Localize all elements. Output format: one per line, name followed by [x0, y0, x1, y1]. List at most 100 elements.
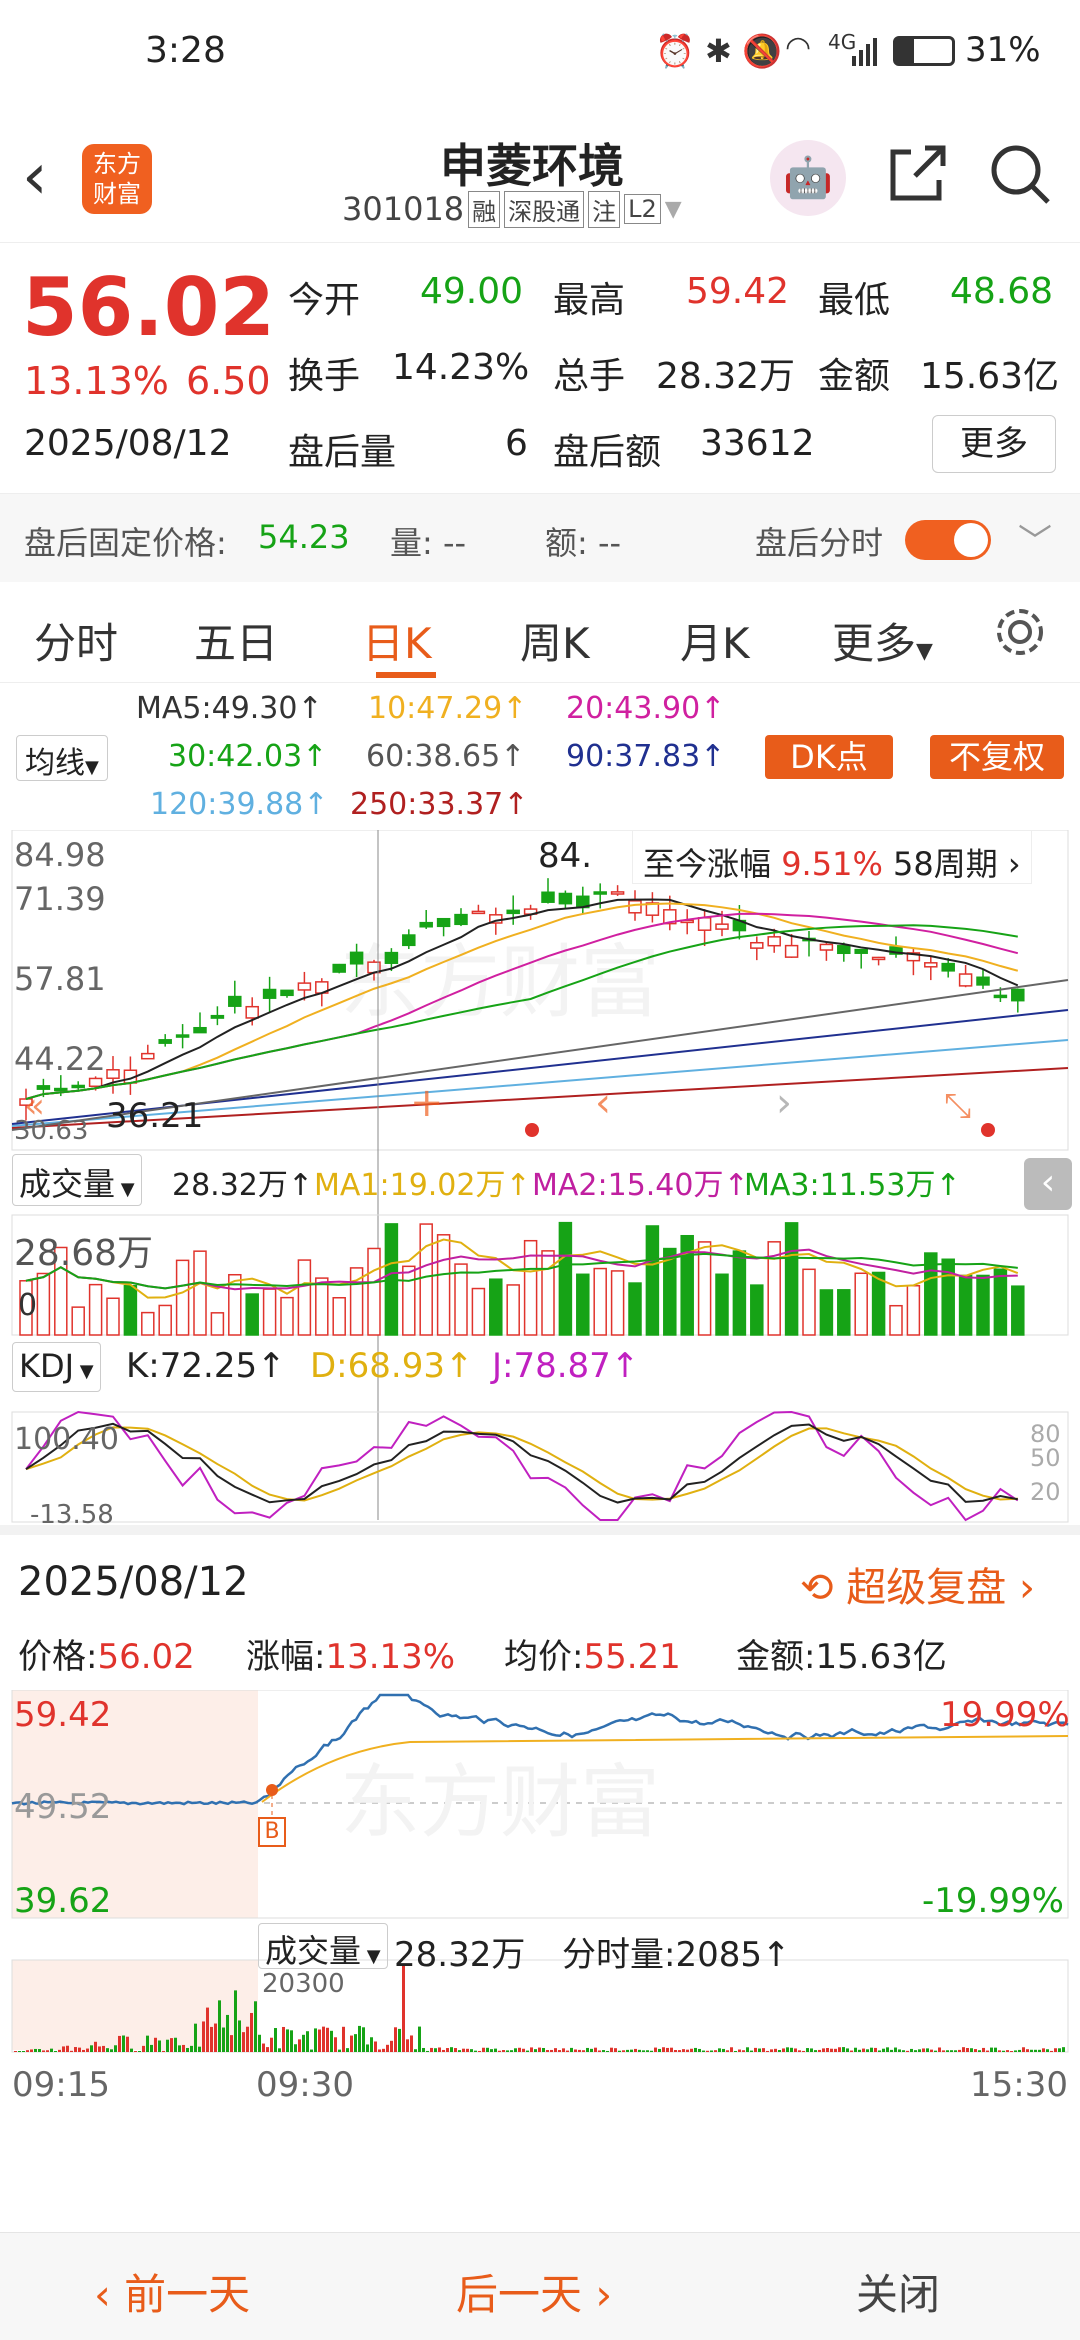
- gear-icon[interactable]: [992, 604, 1048, 664]
- rewind-icon[interactable]: «: [24, 1086, 45, 1126]
- candle-body: [280, 989, 294, 997]
- intraday-volume-bar: [1014, 2050, 1017, 2052]
- intraday-volume-bar: [30, 2049, 33, 2052]
- candle-body: [506, 909, 520, 915]
- axis-y3: 57.81: [14, 960, 106, 998]
- search-icon[interactable]: [988, 142, 1052, 210]
- volume-selector[interactable]: 成交量 ▼: [12, 1154, 142, 1206]
- intraday-volume-bar: [710, 2050, 713, 2052]
- volume-bar: [280, 1296, 294, 1336]
- candle-body: [262, 988, 277, 999]
- intraday-volume-bar: [814, 2050, 817, 2052]
- intraday-volume-bar: [630, 2049, 633, 2052]
- intraday-volume-bar: [954, 2050, 957, 2052]
- intraday-volume-bar: [318, 2029, 321, 2052]
- candle-body: [471, 910, 486, 915]
- intraday-volume-bar: [586, 2047, 589, 2052]
- candle-body: [837, 945, 851, 955]
- volume-bar: [332, 1297, 346, 1336]
- volume-bar: [489, 1278, 503, 1336]
- intraday-volume-bar: [1022, 2047, 1025, 2052]
- kline-area[interactable]: 东方财富 84.98 71.39 57.81 44.22 30.63 36.21…: [0, 829, 1080, 1530]
- candle-body: [924, 962, 938, 968]
- kdj-selector[interactable]: KDJ ▼: [12, 1342, 101, 1392]
- volume-bar: [854, 1272, 868, 1336]
- intraday-volume-bar: [894, 2047, 897, 2052]
- collapse-panel-button[interactable]: ‹: [1024, 1158, 1072, 1210]
- fixed-price-value: 54.23: [258, 518, 350, 556]
- intraday-volume-bar: [234, 1990, 237, 2052]
- prev-day-button[interactable]: ‹ 前一天: [94, 2261, 250, 2322]
- kdj-axis-top: 100.40: [14, 1422, 119, 1457]
- volume-bar: [576, 1273, 590, 1336]
- intraday-volume-bar: [722, 2048, 725, 2052]
- intraday-volume-bar: [646, 2050, 649, 2052]
- close-button[interactable]: 关闭: [856, 2261, 940, 2322]
- assistant-avatar[interactable]: 🤖: [770, 140, 846, 216]
- candle-body: [402, 934, 416, 947]
- intraday-volume-bar: [362, 2027, 365, 2052]
- intraday-volume-bar: [326, 2027, 329, 2052]
- candle-body: [993, 994, 1008, 999]
- intraday-volume-bar: [246, 2026, 249, 2052]
- volume-ma2: MA2:15.40万↑: [532, 1168, 749, 1203]
- intraday-volume-bar: [74, 2047, 77, 2052]
- tab-daily-k[interactable]: 日K: [362, 610, 432, 671]
- pan-right-icon[interactable]: ›: [776, 1080, 792, 1126]
- price-adjust-button[interactable]: 不复权: [930, 735, 1064, 779]
- volume-value: 28.32万↑: [172, 1168, 314, 1203]
- intraday-volume-bar: [78, 2047, 81, 2052]
- chevron-down-icon[interactable]: ﹀: [1018, 514, 1052, 563]
- back-icon[interactable]: ‹: [22, 140, 48, 214]
- fullscreen-icon[interactable]: ⤡: [944, 1086, 971, 1126]
- intraday-volume-bar: [802, 2050, 805, 2052]
- share-icon[interactable]: [885, 142, 949, 210]
- tab-intraday[interactable]: 分时: [34, 610, 118, 671]
- candle-body: [54, 1087, 68, 1092]
- intraday-volume-bar: [82, 2049, 85, 2052]
- intraday-volume-bar: [674, 2050, 677, 2052]
- intraday-volume-bar: [70, 2050, 73, 2052]
- change-pct: 13.13%: [24, 359, 169, 403]
- intraday-volume-bar: [394, 2027, 397, 2052]
- ma-selector[interactable]: 均线▼: [16, 735, 108, 781]
- volume-bar: [610, 1270, 625, 1336]
- status-icons: ⏰ ✱ 🔕: [655, 32, 782, 70]
- tab-weekly-k[interactable]: 周K: [520, 610, 590, 671]
- volume-ma-lines: [25, 1238, 1019, 1299]
- volume-label: 总手: [553, 356, 626, 397]
- volume-bar: [906, 1284, 921, 1336]
- intraday-volume-bar: [218, 2000, 221, 2052]
- intraday-volume-selector[interactable]: 成交量 ▼: [258, 1923, 388, 1970]
- dk-point-button[interactable]: DK点: [765, 735, 893, 779]
- volume-bar: [402, 1265, 416, 1336]
- range-gain-badge[interactable]: 至今涨幅 9.51% 58周期 ›: [632, 830, 1032, 884]
- intraday-volume-bar: [526, 2050, 529, 2052]
- intraday-volume-bar: [742, 2050, 745, 2052]
- more-button[interactable]: 更多: [932, 415, 1056, 473]
- intraday-volume-bar: [230, 2035, 233, 2052]
- intraday-volume-bar: [458, 2050, 461, 2052]
- tab-monthly-k[interactable]: 月K: [680, 610, 750, 671]
- super-replay-link[interactable]: ⟲ 超级复盘 ›: [800, 1555, 1035, 1613]
- intraday-volume-bar: [462, 2048, 465, 2052]
- volume-bar: [141, 1311, 155, 1336]
- tab-5day[interactable]: 五日: [194, 610, 278, 671]
- event-dot: [525, 1123, 539, 1137]
- intraday-volume-bar: [626, 2049, 629, 2052]
- period-tabs: 分时 五日 日K 周K 月K 更多▼: [0, 582, 1080, 682]
- open-value: 49.00: [420, 271, 524, 312]
- intraday-volume-bar: [898, 2049, 901, 2052]
- eastmoney-logo[interactable]: 东方 财富: [82, 144, 152, 214]
- pan-left-icon[interactable]: ‹: [595, 1080, 611, 1126]
- axis-y4: 44.22: [14, 1040, 106, 1078]
- volume-bar: [958, 1274, 973, 1336]
- intraday-volume-bar: [686, 2049, 689, 2052]
- volume-bar: [175, 1259, 190, 1336]
- high-value: 59.42: [686, 271, 790, 312]
- next-day-button[interactable]: 后一天 ›: [456, 2261, 612, 2322]
- tab-more[interactable]: 更多▼: [832, 610, 933, 671]
- dropdown-icon[interactable]: ▼: [665, 197, 682, 222]
- after-time-toggle[interactable]: [905, 520, 991, 560]
- zoom-in-icon[interactable]: +: [410, 1080, 444, 1126]
